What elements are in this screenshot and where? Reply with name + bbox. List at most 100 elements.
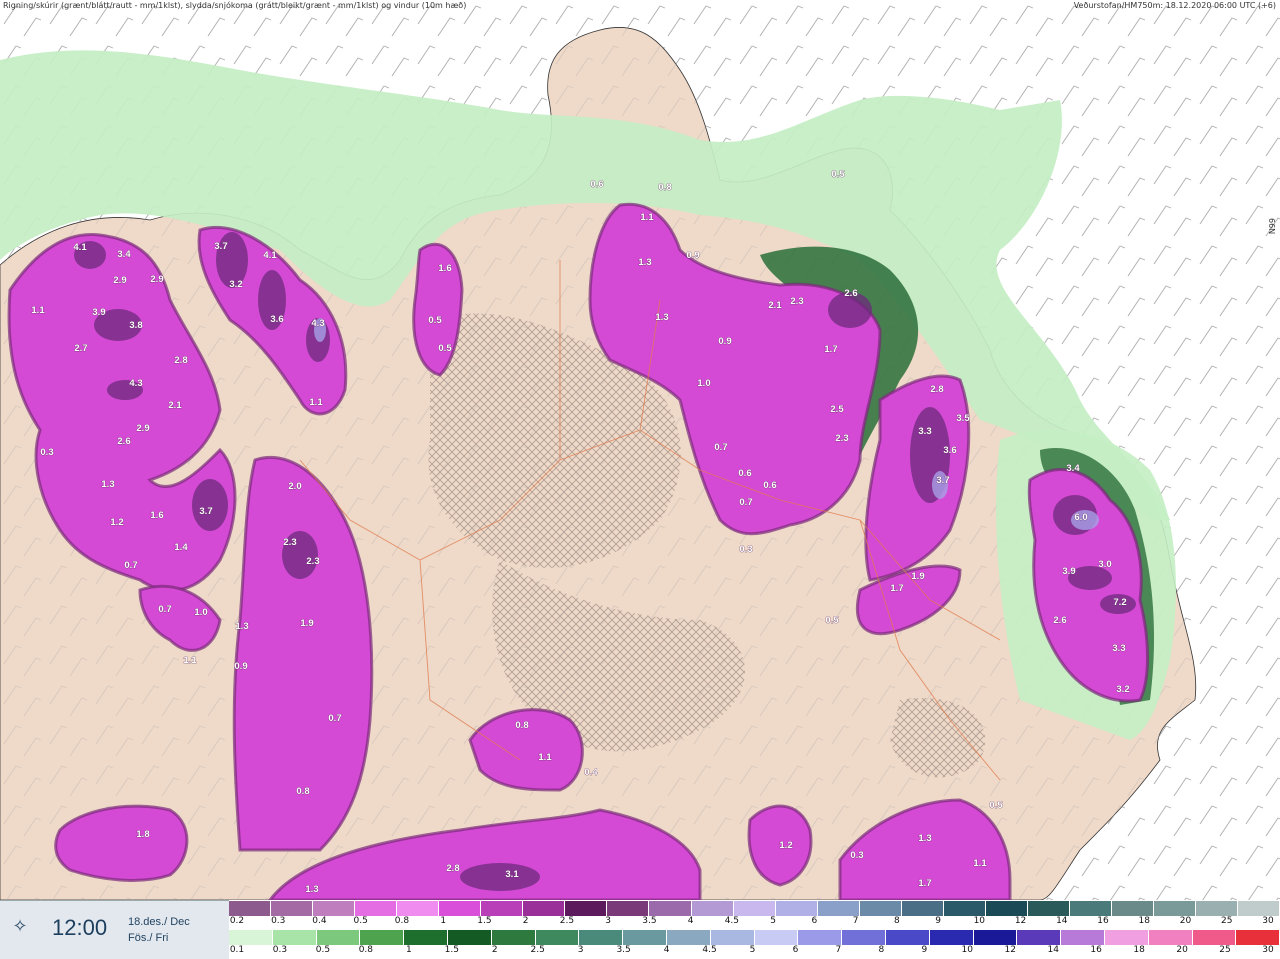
precip-value-label: 1.7 <box>824 344 837 355</box>
precip-value-label: 7.2 <box>1113 597 1126 608</box>
scale-tick-label: 4.5 <box>724 916 740 926</box>
weather-map: 4.1 3.4 2.9 2.9 1.1 3.9 3.8 2.7 4.3 2.8 2.1 2.9 2.6 0… <box>0 0 1280 900</box>
scale-swatch <box>859 901 902 916</box>
scale-swatch <box>1104 930 1149 945</box>
precip-value-label: 0.6 <box>763 480 776 491</box>
precip-value-label: 4.1 <box>263 250 277 261</box>
precip-value-label: 2.5 <box>830 404 844 415</box>
precip-value-label: 1.0 <box>697 378 710 389</box>
scale-swatch <box>313 901 356 916</box>
precip-value-label: 3.3 <box>918 426 931 437</box>
scale-swatch <box>439 901 482 916</box>
precip-value-label: 0.8 <box>658 182 671 193</box>
scale-tick-label: 8 <box>878 945 885 955</box>
scale-tick-label: 3.5 <box>642 916 657 926</box>
precip-value-label: 0.5 <box>989 800 1003 811</box>
scale-swatch <box>316 930 361 945</box>
precip-value-label: 2.6 <box>844 288 857 299</box>
scale-swatch <box>1238 901 1280 916</box>
precip-value-label: 1.1 <box>538 752 552 763</box>
precip-value-label: 1.7 <box>890 583 903 594</box>
precip-value-label: 3.6 <box>270 314 283 325</box>
model-run-info: Veðurstofan/HM750m: 18.12.2020 06:00 UTC… <box>1073 1 1276 10</box>
rain-scale-ticks: 0.1 0.3 0.5 0.8 1 1.5 2 2.5 3 3.5 4 4.5 5 6 7 8 9 10 12 14 1… <box>229 945 1280 957</box>
precip-value-label: 0.7 <box>158 604 171 615</box>
precip-value-label: 0.6 <box>738 468 751 479</box>
scale-tick-label: 0.3 <box>271 916 286 926</box>
precip-value-label: 2.8 <box>446 863 459 874</box>
scale-swatch <box>733 901 776 916</box>
precip-value-label: 1.6 <box>438 263 451 274</box>
scale-swatch <box>271 901 314 916</box>
scale-swatch <box>579 930 624 945</box>
forecast-date: 18.des./ Dec <box>128 916 190 928</box>
precip-value-label: 2.9 <box>150 274 163 285</box>
precip-value-label: 0.3 <box>850 850 863 861</box>
precip-value-label: 0.9 <box>686 250 699 261</box>
scale-swatch <box>901 901 944 916</box>
scale-swatch <box>535 930 580 945</box>
latitude-label: 66N <box>1267 218 1276 235</box>
navigate-icon[interactable]: ✧ <box>10 917 30 937</box>
precip-value-label: 1.1 <box>183 655 197 666</box>
scale-swatch <box>355 901 398 916</box>
scale-swatch <box>885 930 930 945</box>
scale-swatch <box>1069 901 1112 916</box>
precip-value-label: 1.6 <box>150 510 163 521</box>
scale-swatch <box>1017 930 1062 945</box>
precip-value-label: 2.9 <box>113 275 126 286</box>
scale-tick-label: 16 <box>1097 916 1109 926</box>
forecast-time: 12:00 <box>52 915 108 940</box>
scale-swatch <box>397 901 440 916</box>
scale-tick-label: 0.1 <box>229 945 245 955</box>
scale-swatch <box>229 901 272 916</box>
precip-value-label: 3.9 <box>1062 566 1075 577</box>
precip-value-label: 3.9 <box>92 307 105 318</box>
precip-value-label: 0.5 <box>831 169 845 180</box>
scale-tick-label: 4.5 <box>702 945 717 955</box>
color-legend: 0.2 0.3 0.4 0.5 0.8 1 1.5 2 2.5 3 3.5 4 4.5 5 6 7 8 9 10 12… <box>229 900 1280 958</box>
precip-value-label: 0.9 <box>234 661 247 672</box>
precip-value-label: 1.7 <box>918 878 931 889</box>
precip-value-label: 1.9 <box>300 618 313 629</box>
scale-swatch <box>649 901 692 916</box>
scale-swatch <box>607 901 650 916</box>
scale-swatch <box>798 930 843 945</box>
scale-swatch <box>360 930 405 945</box>
scale-tick-label: 0.8 <box>394 916 410 926</box>
precip-value-label: 1.4 <box>174 542 188 553</box>
scale-tick-label: 14 <box>1056 916 1068 926</box>
precip-value-label: 2.6 <box>1053 615 1066 626</box>
precip-value-label: 2.6 <box>117 436 130 447</box>
scale-tick-label: 30 <box>1262 945 1274 955</box>
precip-value-label: 2.8 <box>930 384 943 395</box>
scale-tick-label: 0.3 <box>272 945 288 955</box>
scale-swatch <box>775 901 818 916</box>
precip-value-label: 3.0 <box>1098 559 1111 570</box>
scale-tick-label: 2 <box>522 916 529 926</box>
precip-value-label: 2.1 <box>768 300 782 311</box>
rain-scale-bar <box>229 930 1280 945</box>
precip-value-label: 3.3 <box>1112 643 1125 654</box>
scale-swatch <box>272 930 317 945</box>
scale-swatch <box>1196 901 1239 916</box>
precip-value-label: 0.5 <box>825 615 839 626</box>
precip-value-label: 3.7 <box>214 241 227 252</box>
precip-value-label: 3.2 <box>1116 684 1129 695</box>
scale-tick-label: 1.5 <box>444 945 459 955</box>
scale-swatch <box>1192 930 1237 945</box>
scale-tick-label: 2 <box>491 945 498 955</box>
scale-swatch <box>985 901 1028 916</box>
precip-value-label: 2.3 <box>790 296 803 307</box>
scale-tick-label: 4 <box>687 916 694 926</box>
scale-tick-label: 20 <box>1179 916 1192 926</box>
precip-value-label: 1.1 <box>973 858 987 869</box>
scale-tick-label: 7 <box>852 916 859 926</box>
precip-value-label: 1.3 <box>101 479 114 490</box>
precip-value-label: 3.7 <box>936 475 949 486</box>
scale-tick-label: 25 <box>1219 945 1231 955</box>
scale-tick-label: 0.5 <box>353 916 368 926</box>
scale-swatch <box>404 930 448 945</box>
precip-value-label: 1.3 <box>918 833 931 844</box>
scale-swatch <box>1027 901 1070 916</box>
